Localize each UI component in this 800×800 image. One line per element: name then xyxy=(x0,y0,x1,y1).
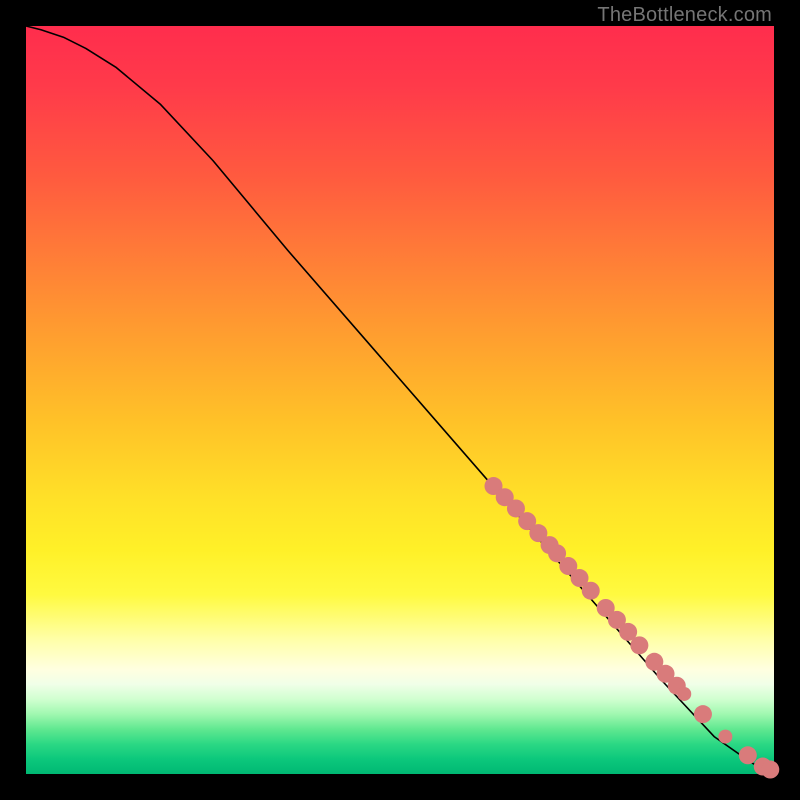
chart-points xyxy=(485,477,780,778)
chart-point xyxy=(739,746,757,764)
chart-point xyxy=(694,705,712,723)
chart-point xyxy=(582,582,600,600)
chart-point xyxy=(677,687,691,701)
chart-point xyxy=(718,730,732,744)
chart-point xyxy=(630,636,648,654)
chart-point xyxy=(761,761,779,779)
watermark-text: TheBottleneck.com xyxy=(597,4,772,27)
chart-svg xyxy=(26,26,774,774)
